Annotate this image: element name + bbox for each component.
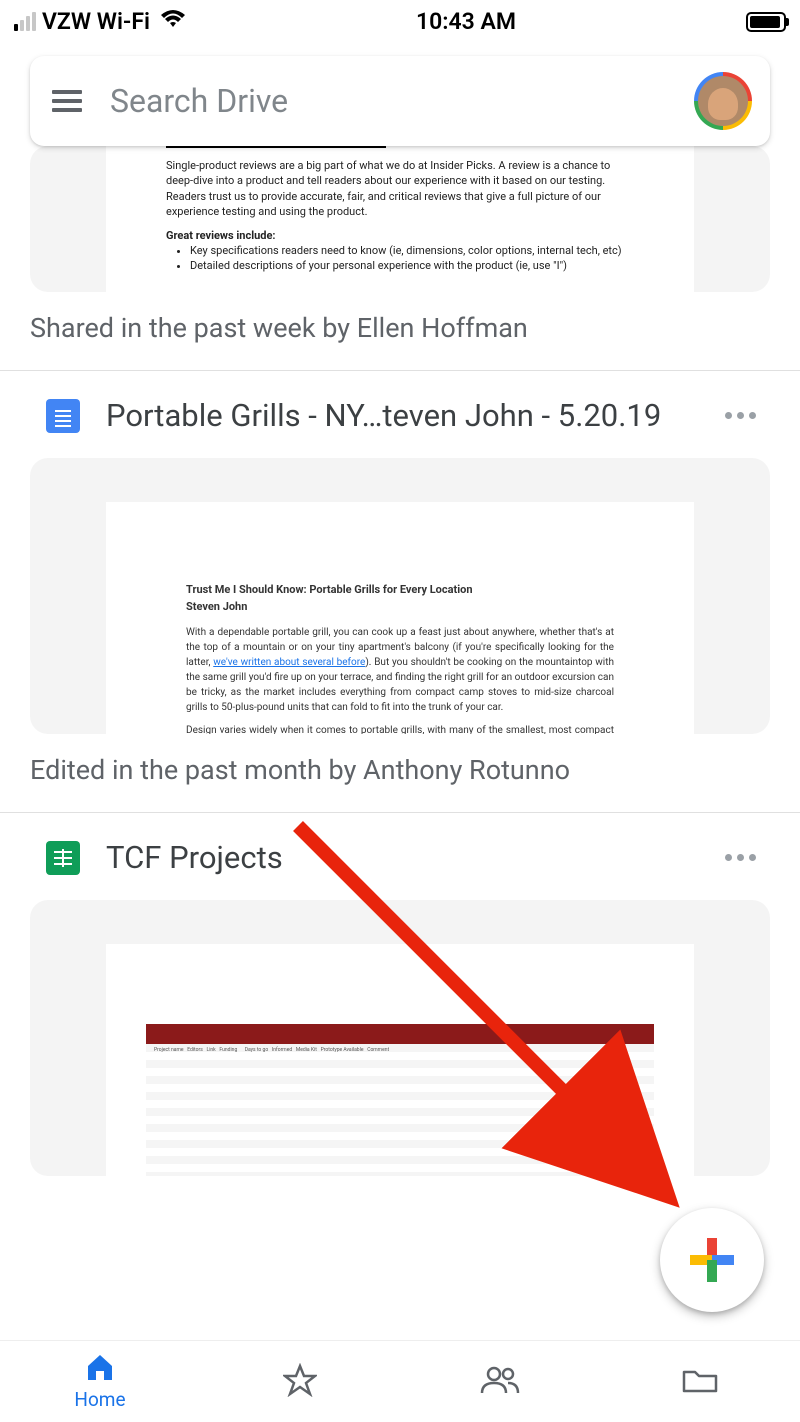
more-options-button[interactable]: [725, 412, 756, 419]
document-preview[interactable]: Single-product reviews are a big part of…: [30, 146, 770, 292]
docs-icon: [46, 399, 80, 433]
preview-text: With a dependable portable grill, you ca…: [186, 625, 614, 715]
file-item: TCF Projects Project name Editors Link F…: [0, 813, 800, 1176]
file-title[interactable]: TCF Projects: [106, 839, 699, 876]
preview-text: Design varies widely when it comes to po…: [186, 723, 614, 734]
more-options-button[interactable]: [725, 854, 756, 861]
preview-link: we've written about several before: [213, 657, 365, 668]
file-list: Single-product reviews are a big part of…: [0, 0, 800, 1340]
file-meta: Shared in the past week by Ellen Hoffman: [0, 292, 800, 370]
account-avatar[interactable]: [694, 72, 752, 130]
file-title[interactable]: Portable Grills - NY…teven John - 5.20.1…: [106, 397, 699, 434]
search-bar[interactable]: Search Drive: [30, 56, 770, 146]
nav-files[interactable]: [600, 1341, 800, 1422]
document-preview[interactable]: Trust Me I Should Know: Portable Grills …: [30, 458, 770, 734]
preview-author: Steven John: [186, 599, 614, 616]
nav-shared[interactable]: [400, 1341, 600, 1422]
sheets-icon: [46, 841, 80, 875]
folder-icon: [681, 1365, 719, 1399]
preview-heading: Great reviews include:: [166, 229, 276, 242]
file-item: Portable Grills - NY…teven John - 5.20.1…: [0, 371, 800, 812]
preview-bullet: Key specifications readers need to know …: [190, 243, 634, 258]
people-icon: [480, 1365, 520, 1399]
preview-title: Trust Me I Should Know: Portable Grills …: [186, 582, 614, 599]
nav-label: Home: [74, 1388, 125, 1411]
star-icon: [283, 1363, 317, 1401]
spreadsheet-preview[interactable]: Project name Editors Link Funding Days t…: [30, 900, 770, 1176]
preview-bullet: Detailed descriptions of your personal e…: [190, 258, 634, 273]
bottom-navigation: Home: [0, 1340, 800, 1422]
home-icon: [84, 1352, 116, 1386]
file-meta: Edited in the past month by Anthony Rotu…: [0, 734, 800, 812]
search-input[interactable]: Search Drive: [110, 82, 694, 120]
menu-icon[interactable]: [52, 90, 82, 112]
nav-starred[interactable]: [200, 1341, 400, 1422]
create-new-button[interactable]: [660, 1208, 764, 1312]
nav-home[interactable]: Home: [0, 1341, 200, 1422]
preview-text: Single-product reviews are a big part of…: [166, 158, 634, 220]
plus-icon: [690, 1238, 734, 1282]
